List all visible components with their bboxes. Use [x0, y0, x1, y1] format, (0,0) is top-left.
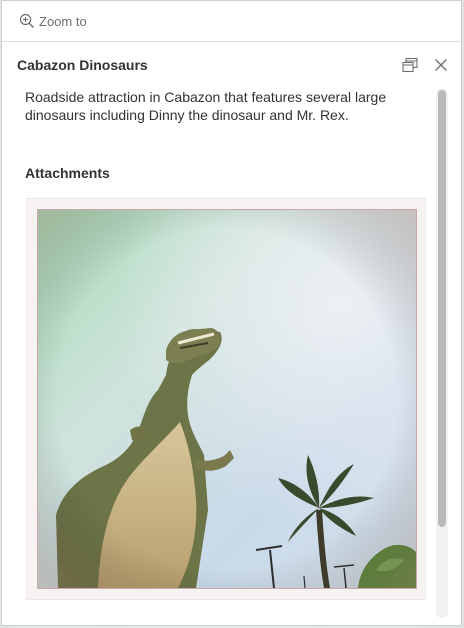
feature-description: Roadside attraction in Cabazon that feat… [25, 89, 387, 123]
attachment-image[interactable] [37, 209, 417, 589]
zoom-to-label: Zoom to [39, 13, 87, 29]
dinosaur-photo [38, 210, 416, 588]
zoom-to-button[interactable]: Zoom to [19, 13, 87, 29]
dock-button[interactable] [401, 56, 419, 74]
zoom-in-icon [19, 13, 34, 28]
close-button[interactable] [432, 56, 450, 74]
popup-header: Cabazon Dinosaurs [2, 42, 461, 88]
dock-icon [402, 57, 418, 73]
popup-toolbar: Zoom to [2, 1, 461, 42]
scrollbar-thumb[interactable] [438, 90, 446, 527]
feature-popup: Zoom to Cabazon Dinosaurs Roadside attra… [1, 0, 462, 626]
popup-content: Roadside attraction in Cabazon that feat… [2, 88, 437, 625]
popup-title: Cabazon Dinosaurs [17, 57, 148, 73]
attachments-heading: Attachments [25, 165, 110, 181]
close-icon [435, 59, 447, 71]
content-scrollbar[interactable] [436, 88, 448, 618]
attachment-item[interactable] [26, 198, 426, 600]
